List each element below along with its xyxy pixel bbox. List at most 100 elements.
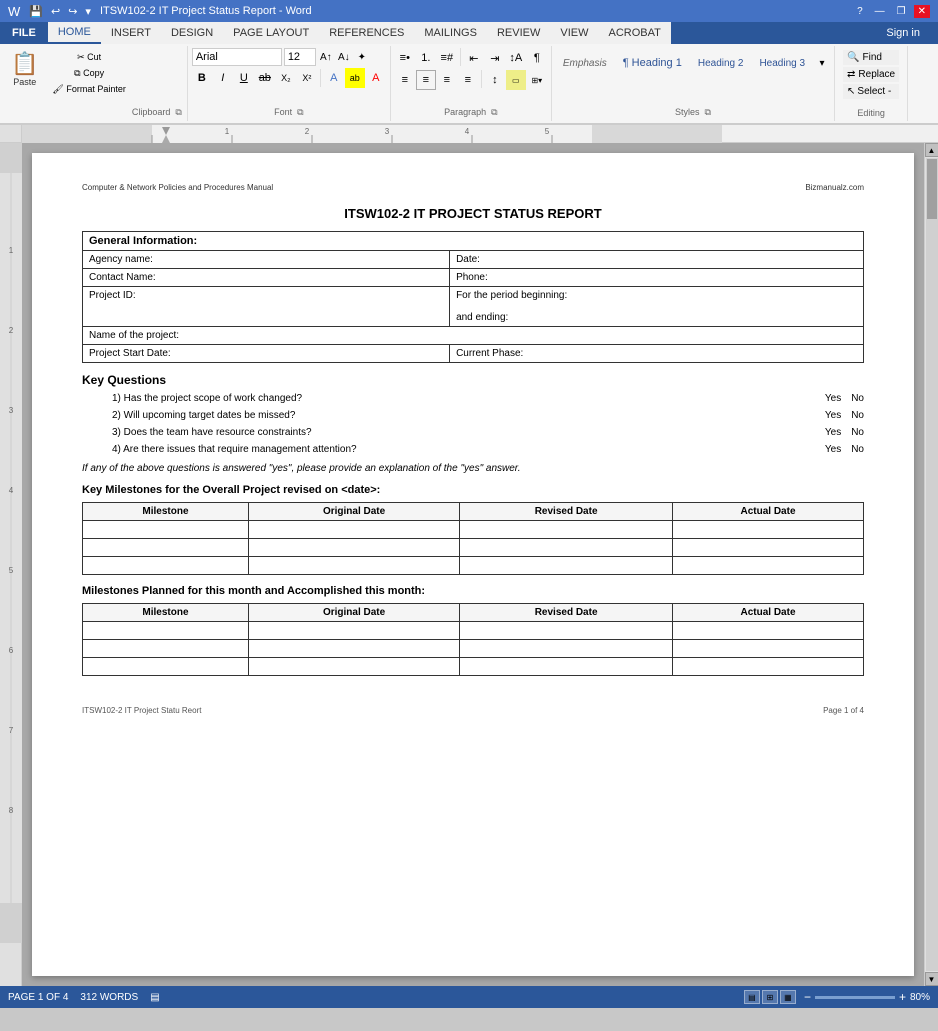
m1-col-actual: Actual Date [673, 503, 864, 521]
tab-design[interactable]: DESIGN [161, 22, 223, 44]
key-questions-heading: Key Questions [82, 373, 864, 387]
subscript-button[interactable]: X₂ [276, 68, 296, 88]
m2-col-revised: Revised Date [460, 604, 673, 622]
zoom-in-btn[interactable]: + [899, 990, 906, 1004]
doc-indicator: ▤ [150, 992, 159, 1003]
select-label: Select - [857, 86, 891, 97]
redo-quick-btn[interactable]: ↪ [65, 4, 80, 19]
style-emphasis[interactable]: Emphasis [556, 55, 614, 72]
project-id-label: Project ID: [83, 287, 450, 327]
clear-format-btn[interactable]: ✦ [354, 49, 370, 65]
replace-button[interactable]: ⇄ Replace [843, 67, 899, 82]
style-heading2[interactable]: Heading 2 [691, 55, 751, 72]
font-color-btn[interactable]: A [366, 68, 386, 88]
align-center-btn[interactable]: ≡ [416, 70, 436, 90]
save-quick-btn[interactable]: 💾 [26, 4, 46, 19]
m1-col-original: Original Date [248, 503, 459, 521]
phone-label: Phone: [450, 269, 864, 287]
sign-in-link[interactable]: Sign in [876, 23, 930, 43]
replace-label: Replace [858, 69, 895, 80]
highlight-btn[interactable]: ab [345, 68, 365, 88]
document-page: Computer & Network Policies and Procedur… [32, 153, 914, 976]
ribbon-content: 📋 Paste ✂ Cut ⧉ Copy 🖌 Format Painter Cl… [0, 44, 938, 124]
font-row2: B I U ab X₂ X² A ab A [192, 68, 386, 88]
maximize-btn[interactable]: ❐ [893, 5, 910, 18]
find-label: Find [862, 52, 881, 63]
undo-quick-btn[interactable]: ↩ [48, 4, 63, 19]
show-hide-btn[interactable]: ¶ [527, 48, 547, 68]
tab-home[interactable]: HOME [48, 22, 101, 44]
strikethrough-button[interactable]: ab [255, 68, 275, 88]
tab-view[interactable]: VIEW [550, 22, 598, 44]
font-size-input[interactable] [284, 48, 316, 66]
format-painter-button[interactable]: 🖌 Format Painter [47, 82, 130, 97]
copy-button[interactable]: ⧉ Copy [47, 66, 130, 81]
borders-btn[interactable]: ⊞▾ [527, 70, 547, 90]
style-heading1[interactable]: ¶ Heading 1 [616, 54, 689, 72]
align-right-btn[interactable]: ≡ [437, 70, 457, 90]
superscript-button[interactable]: X² [297, 68, 317, 88]
minimize-btn[interactable]: — [871, 5, 889, 18]
read-view-btn[interactable]: ▦ [780, 990, 796, 1004]
zoom-slider[interactable] [815, 996, 895, 999]
tab-references[interactable]: REFERENCES [319, 22, 414, 44]
tab-acrobat[interactable]: ACROBAT [598, 22, 670, 44]
align-left-btn[interactable]: ≡ [395, 70, 415, 90]
shading-btn[interactable]: ▭ [506, 70, 526, 90]
font-grow-btn[interactable]: A↑ [318, 49, 334, 65]
numbering-btn[interactable]: 1. [416, 48, 436, 68]
font-shrink-btn[interactable]: A↓ [336, 49, 352, 65]
tab-review[interactable]: REVIEW [487, 22, 550, 44]
zoom-control: − + 80% [804, 990, 930, 1004]
milestones1-table: Milestone Original Date Revised Date Act… [82, 502, 864, 575]
ruler-svg: 1 2 3 4 5 [22, 125, 722, 143]
q4-yes: Yes [825, 444, 841, 455]
styles-more-btn[interactable]: ▾ [814, 48, 830, 78]
doc-title: ITSW102-2 IT PROJECT STATUS REPORT [82, 206, 864, 221]
window-controls: ? — ❐ ✕ [853, 5, 930, 18]
zoom-out-btn[interactable]: − [804, 990, 811, 1004]
scroll-up-btn[interactable]: ▲ [925, 143, 938, 157]
underline-button[interactable]: U [234, 68, 254, 88]
justify-btn[interactable]: ≡ [458, 70, 478, 90]
select-dropdown[interactable]: ↖ Select - [843, 84, 899, 99]
left-ruler-svg: 1 2 3 4 5 6 7 8 [0, 143, 22, 943]
multilevel-btn[interactable]: ≡# [437, 48, 457, 68]
style-heading3[interactable]: Heading 3 [752, 55, 812, 72]
bold-button[interactable]: B [192, 68, 212, 88]
bullets-btn[interactable]: ≡• [395, 48, 415, 68]
tab-page-layout[interactable]: PAGE LAYOUT [223, 22, 319, 44]
font-name-input[interactable] [192, 48, 282, 66]
sort-btn[interactable]: ↕A [506, 48, 526, 68]
scroll-down-btn[interactable]: ▼ [925, 972, 938, 986]
tab-mailings[interactable]: MAILINGS [414, 22, 487, 44]
scroll-thumb[interactable] [927, 159, 937, 219]
decrease-indent-btn[interactable]: ⇤ [464, 48, 484, 68]
find-button[interactable]: 🔍 Find [843, 50, 899, 65]
q3-no: No [851, 427, 864, 438]
q2-yes: Yes [825, 410, 841, 421]
document-scroll-area[interactable]: Computer & Network Policies and Procedur… [22, 143, 924, 986]
tab-insert[interactable]: INSERT [101, 22, 161, 44]
file-tab[interactable]: FILE [0, 23, 48, 43]
find-icon: 🔍 [847, 52, 859, 63]
print-view-btn[interactable]: ▤ [744, 990, 760, 1004]
clipboard-group: 📋 Paste ✂ Cut ⧉ Copy 🖌 Format Painter Cl… [0, 46, 188, 121]
scroll-track[interactable] [926, 158, 938, 971]
q4-no: No [851, 444, 864, 455]
web-view-btn[interactable]: ⊞ [762, 990, 778, 1004]
increase-indent-btn[interactable]: ⇥ [485, 48, 505, 68]
para-row2: ≡ ≡ ≡ ≡ ↕ ▭ ⊞▾ [395, 70, 547, 90]
help-btn[interactable]: ? [853, 5, 867, 18]
customize-quick-btn[interactable]: ▾ [82, 4, 94, 19]
editing-group: 🔍 Find ⇄ Replace ↖ Select - Editing [835, 46, 908, 121]
paste-button[interactable]: 📋 Paste [4, 48, 45, 90]
cut-button[interactable]: ✂ Cut [47, 50, 130, 65]
italic-button[interactable]: I [213, 68, 233, 88]
text-effects-btn[interactable]: A [324, 68, 344, 88]
question-2-yes-no: Yes No [825, 410, 864, 421]
close-btn[interactable]: ✕ [914, 5, 930, 18]
right-scrollbar[interactable]: ▲ ▼ [924, 143, 938, 986]
para-controls: ≡• 1. ≡# ⇤ ⇥ ↕A ¶ ≡ ≡ ≡ ≡ ↕ ▭ [395, 48, 547, 90]
line-spacing-btn[interactable]: ↕ [485, 70, 505, 90]
